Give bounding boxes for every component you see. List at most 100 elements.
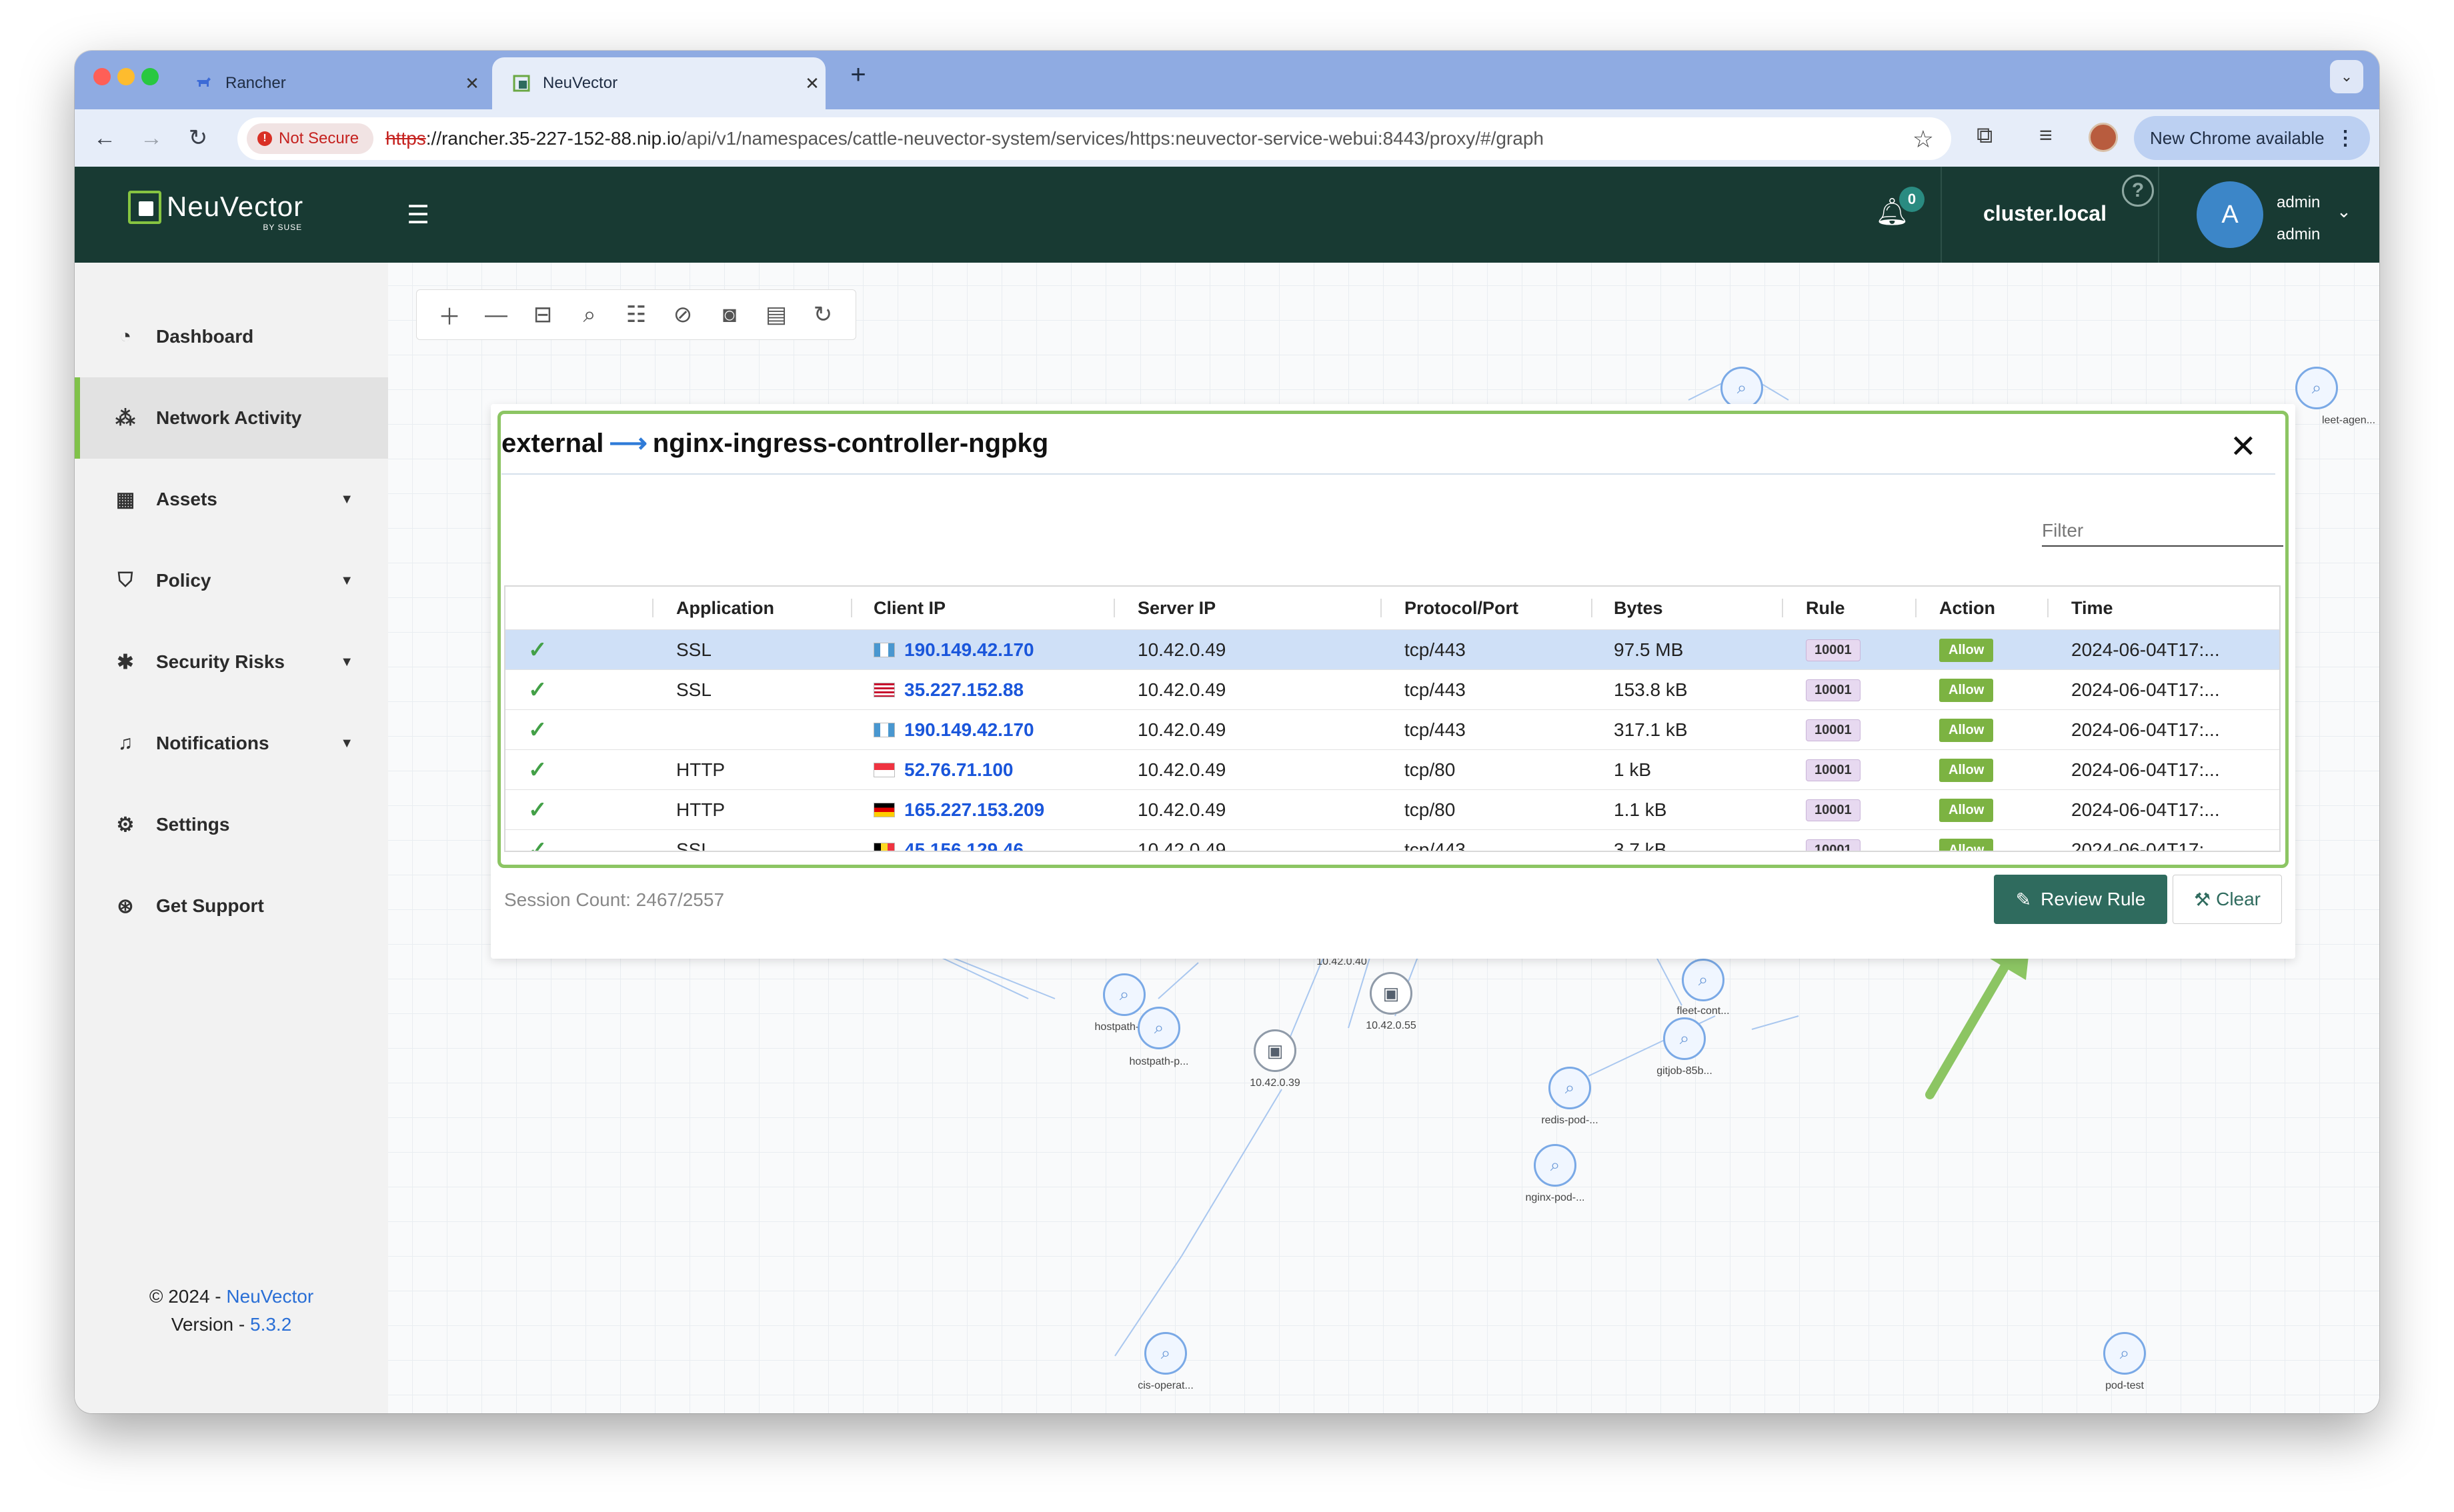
review-rule-button[interactable]: ✎ Review Rule [1994, 875, 2167, 924]
sidebar-item-security-risks[interactable]: ✱ Security Risks ▼ [75, 621, 388, 703]
table-row[interactable]: ✓ 190.149.42.170 10.42.0.49 tcp/443 317.… [505, 709, 2279, 749]
checkmark-icon: ✓ [528, 837, 547, 852]
tab-close-icon[interactable]: ✕ [459, 73, 485, 94]
arrow-right-icon: ⟶ [609, 429, 648, 458]
sidebar-item-settings[interactable]: ⚙ Settings [75, 784, 388, 865]
tab-neuvector[interactable]: NeuVector ✕ [492, 57, 826, 109]
sessions-table: Application Client IP Server IP Protocol… [504, 585, 2281, 852]
sidebar-footer: © 2024 - NeuVector Version - 5.3.2 [75, 1283, 388, 1339]
forward-arrow-icon[interactable]: → [135, 121, 168, 155]
minimize-window-button[interactable] [117, 68, 135, 85]
new-tab-button[interactable]: + [842, 60, 875, 90]
cell-bytes: 1 kB [1614, 759, 1652, 780]
flag-usa-icon [874, 683, 895, 697]
title-divider [501, 473, 2275, 475]
col-application[interactable]: Application [676, 587, 774, 629]
sidebar-item-policy[interactable]: ⛉ Policy ▼ [75, 540, 388, 621]
hamburger-menu-icon[interactable]: ☰ [407, 200, 429, 230]
neuvector-icon [512, 74, 531, 93]
source-name: external [501, 428, 604, 458]
rule-id-badge[interactable]: 10001 [1806, 839, 1861, 851]
client-ip-link[interactable]: 52.76.71.100 [904, 759, 1014, 781]
client-ip-link[interactable]: 165.227.153.209 [904, 799, 1044, 821]
cell-client-ip[interactable]: 52.76.71.100 [874, 750, 1014, 790]
user-info[interactable]: admin admin [2277, 187, 2320, 251]
cell-client-ip[interactable]: 190.149.42.170 [874, 710, 1034, 750]
sidebar-item-assets[interactable]: ▦ Assets ▼ [75, 459, 388, 540]
bookmark-star-icon[interactable]: ☆ [1913, 125, 1934, 153]
back-arrow-icon[interactable]: ← [88, 121, 121, 155]
tab-strip: Rancher ✕ NeuVector ✕ + ⌄ [75, 51, 2379, 109]
user-menu-chevron-icon[interactable]: ⌄ [2337, 201, 2351, 222]
neuvector-logo[interactable]: NeuVector BY SUSE [128, 191, 303, 232]
cell-client-ip[interactable]: 45.156.129.46 [874, 830, 1024, 851]
tab-rancher[interactable]: Rancher ✕ [175, 57, 485, 109]
zoom-window-button[interactable] [141, 68, 159, 85]
media-controls-icon[interactable]: ≡ [2039, 123, 2053, 149]
rule-id-badge[interactable]: 10001 [1806, 759, 1861, 781]
client-ip-link[interactable]: 35.227.152.88 [904, 679, 1024, 701]
table-row[interactable]: ✓ HTTP 165.227.153.209 10.42.0.49 tcp/80… [505, 789, 2279, 829]
rule-id-badge[interactable]: 10001 [1806, 639, 1861, 661]
reload-icon[interactable]: ↻ [181, 121, 215, 155]
col-client-ip[interactable]: Client IP [874, 587, 946, 629]
flag-guatemala-icon [874, 643, 895, 657]
new-chrome-available-button[interactable]: New Chrome available ⋮ [2134, 116, 2370, 160]
neuvector-link[interactable]: NeuVector [226, 1286, 313, 1307]
notifications-button[interactable]: 🔔︎ 0 [1875, 187, 1925, 236]
table-row[interactable]: ✓ SSL 190.149.42.170 10.42.0.49 tcp/443 … [505, 629, 2279, 669]
url-text: https://rancher.35-227-152-88.nip.io/api… [385, 128, 1544, 149]
sidebar-item-dashboard[interactable]: ◔ Dashboard [75, 296, 388, 377]
cell-bytes: 97.5 MB [1614, 639, 1684, 660]
cell-server-ip: 10.42.0.49 [1138, 799, 1226, 820]
sidebar-item-network-activity[interactable]: ⁂ Network Activity [75, 377, 388, 459]
col-bytes[interactable]: Bytes [1614, 587, 1663, 629]
col-server-ip[interactable]: Server IP [1138, 587, 1216, 629]
rule-id-badge[interactable]: 10001 [1806, 799, 1861, 821]
rule-id-badge[interactable]: 10001 [1806, 719, 1861, 741]
cell-protocol-port: tcp/443 [1404, 679, 1466, 700]
flag-singapore-icon [874, 763, 895, 777]
tab-close-icon[interactable]: ✕ [799, 73, 826, 94]
cell-client-ip[interactable]: 165.227.153.209 [874, 790, 1044, 830]
table-row[interactable]: ✓ HTTP 52.76.71.100 10.42.0.49 tcp/80 1 … [505, 749, 2279, 789]
col-time[interactable]: Time [2071, 587, 2113, 629]
user-avatar[interactable]: A [2197, 181, 2263, 248]
address-bar[interactable]: ! Not Secure https://rancher.35-227-152-… [237, 117, 1951, 160]
cell-client-ip[interactable]: 190.149.42.170 [874, 630, 1034, 670]
cluster-name[interactable]: cluster.local [1983, 201, 2107, 226]
profile-avatar[interactable] [2089, 123, 2118, 152]
help-icon[interactable]: ? [2122, 175, 2154, 207]
url-path: /api/v1/namespaces/cattle-neuvector-syst… [681, 128, 1544, 149]
rule-id-badge[interactable]: 10001 [1806, 679, 1861, 701]
not-secure-chip[interactable]: ! Not Secure [247, 123, 374, 154]
col-protocol-port[interactable]: Protocol/Port [1404, 587, 1518, 629]
header-separator [851, 599, 852, 617]
new-chrome-label: New Chrome available [2150, 127, 2325, 148]
sidebar: ◔ Dashboard ⁂ Network Activity ▦ Assets … [75, 263, 388, 1413]
cell-application: SSL [676, 639, 712, 660]
close-icon[interactable]: ✕ [2230, 428, 2257, 465]
col-rule[interactable]: Rule [1806, 587, 1845, 629]
clear-button[interactable]: ⚒ Clear [2173, 875, 2282, 924]
client-ip-link[interactable]: 190.149.42.170 [904, 719, 1034, 741]
version-link[interactable]: 5.3.2 [250, 1314, 291, 1335]
client-ip-link[interactable]: 190.149.42.170 [904, 639, 1034, 661]
table-row[interactable]: ✓ SSL 45.156.129.46 10.42.0.49 tcp/443 3… [505, 829, 2279, 852]
sidebar-item-notifications[interactable]: ♫ Notifications ▼ [75, 703, 388, 784]
cell-protocol-port: tcp/443 [1404, 719, 1466, 740]
extensions-icon[interactable]: ⧉ [1977, 123, 1993, 149]
client-ip-link[interactable]: 45.156.129.46 [904, 839, 1024, 851]
kebab-menu-icon[interactable]: ⋮ [2335, 127, 2355, 150]
sidebar-item-get-support[interactable]: ⊛ Get Support [75, 865, 388, 947]
col-action[interactable]: Action [1939, 587, 1995, 629]
sidebar-item-label: Security Risks [156, 651, 285, 672]
cell-client-ip[interactable]: 35.227.152.88 [874, 670, 1024, 710]
brand-sub: BY SUSE [263, 223, 303, 232]
filter-input[interactable]: Filter [2042, 511, 2283, 547]
caret-down-icon: ▼ [340, 491, 353, 507]
table-row[interactable]: ✓ SSL 35.227.152.88 10.42.0.49 tcp/443 1… [505, 669, 2279, 709]
close-window-button[interactable] [93, 68, 111, 85]
tab-search-chevron-icon[interactable]: ⌄ [2330, 60, 2363, 93]
sidebar-item-label: Assets [156, 489, 217, 509]
